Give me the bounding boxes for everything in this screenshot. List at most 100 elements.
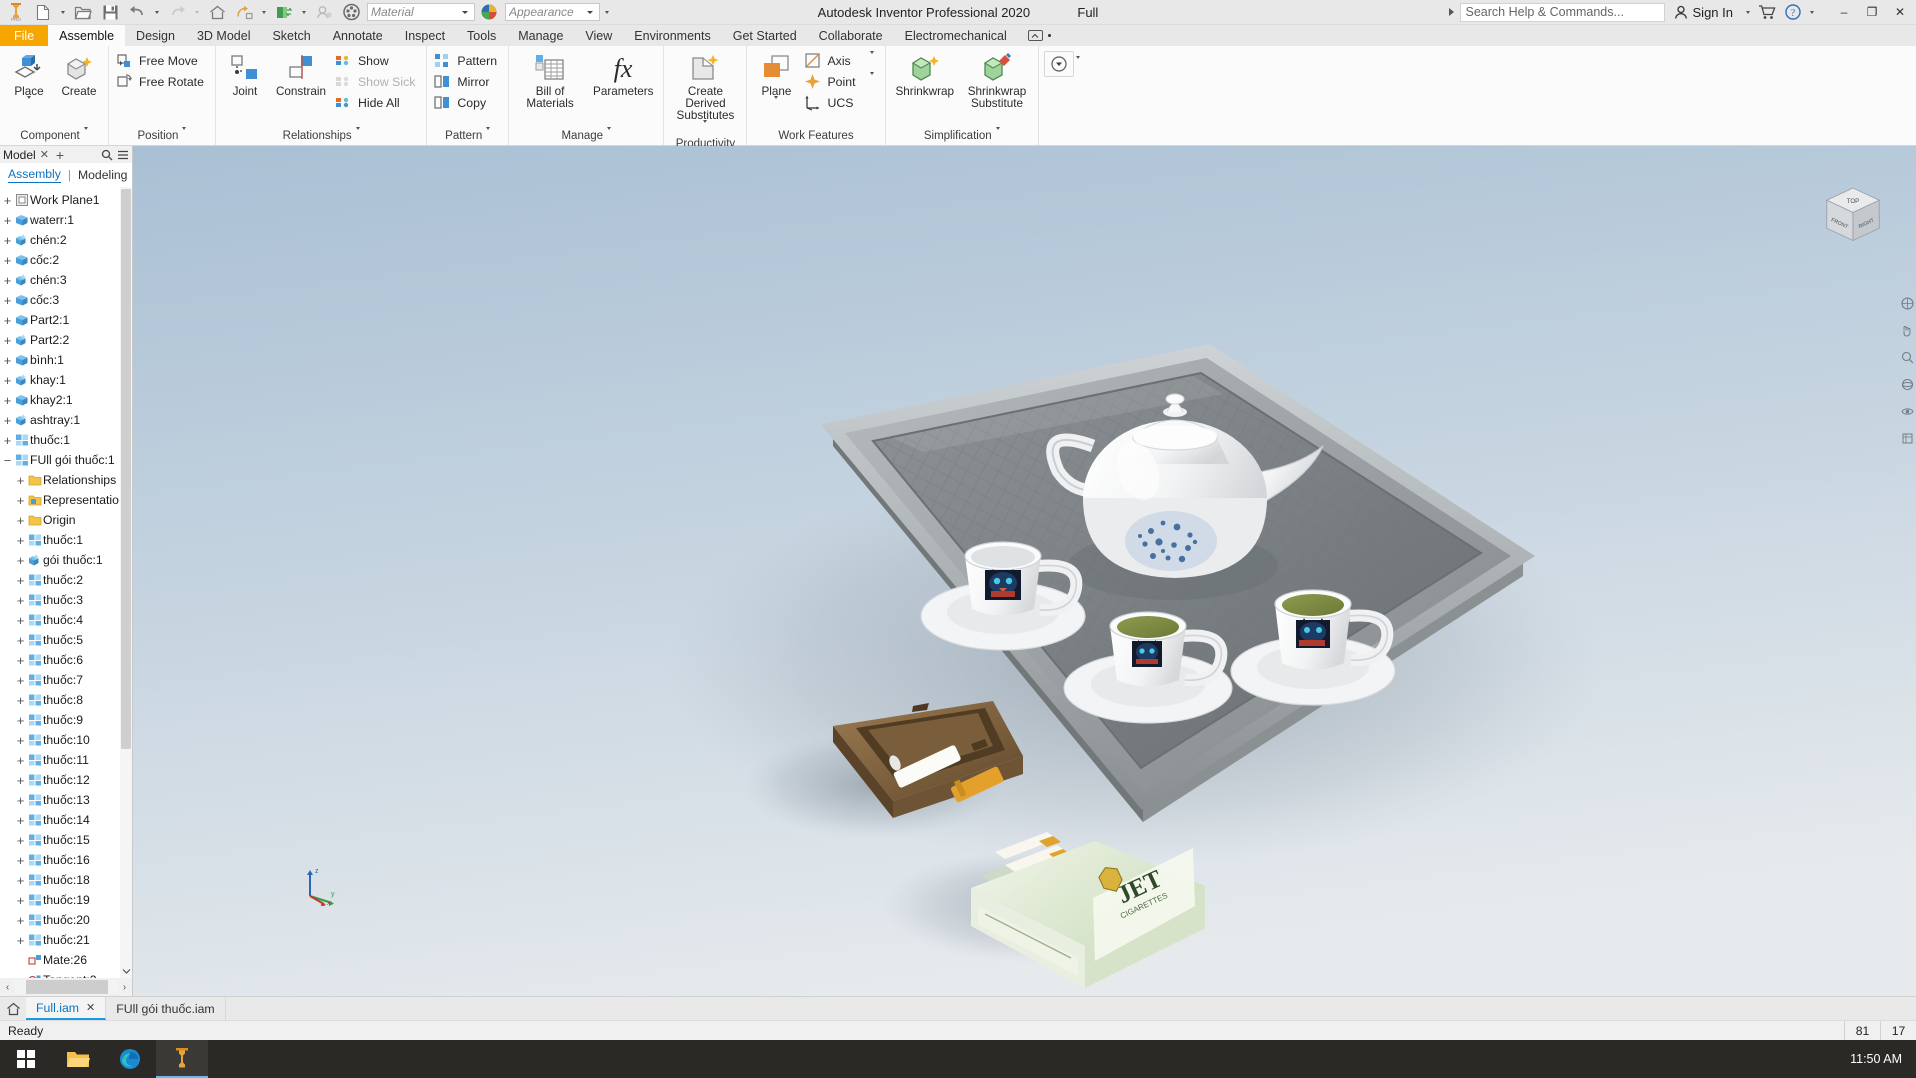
tree-node[interactable]: + Part2:1	[0, 310, 132, 330]
tree-node[interactable]: + Part2:2	[0, 330, 132, 350]
panel-expand-chevron-down-icon[interactable]	[607, 127, 612, 142]
tree-node[interactable]: + thuốc:4	[0, 610, 132, 630]
tree-node[interactable]: + thuốc:5	[0, 630, 132, 650]
tree-expander[interactable]: +	[15, 614, 26, 627]
tree-node[interactable]: + khay:1	[0, 370, 132, 390]
tree-node[interactable]: + thuốc:1	[0, 530, 132, 550]
cart-icon[interactable]	[1754, 0, 1780, 24]
tree-node[interactable]: + thuốc:11	[0, 750, 132, 770]
tree-node[interactable]: + khay2:1	[0, 390, 132, 410]
close-button[interactable]: ✕	[1886, 0, 1914, 25]
new-file-icon[interactable]	[30, 0, 56, 24]
home-tab-icon[interactable]	[0, 997, 26, 1020]
ribbon-tab-get-started[interactable]: Get Started	[722, 25, 808, 46]
tree-expander[interactable]: +	[15, 494, 26, 507]
tree-expander[interactable]: +	[15, 834, 26, 847]
tree-node[interactable]: + thuốc:9	[0, 710, 132, 730]
ribbon-tab-3d-model[interactable]: 3D Model	[186, 25, 262, 46]
ribbon-overflow-chevron-down-icon[interactable]	[1075, 51, 1080, 74]
tree-vertical-scrollbar[interactable]	[120, 187, 132, 978]
ribbon-button-pattern[interactable]: Pattern	[432, 50, 503, 71]
ribbon-tab-environments[interactable]: Environments	[623, 25, 721, 46]
ribbon-button-shrinkwrap-substitute[interactable]: Shrinkwrap Substitute	[961, 49, 1033, 110]
panel-expand-chevron-down-icon[interactable]	[995, 127, 1000, 142]
redo-icon[interactable]	[164, 0, 190, 24]
tree-node[interactable]: + thuốc:13	[0, 790, 132, 810]
chevron-down-icon[interactable]	[27, 96, 31, 114]
panel-expand-chevron-down-icon[interactable]	[486, 127, 491, 142]
ribbon-tab-tools[interactable]: Tools	[456, 25, 507, 46]
material-combo[interactable]: Component Material	[367, 3, 475, 21]
tree-node[interactable]: + Origin	[0, 510, 132, 530]
tree-expander[interactable]: +	[2, 414, 13, 427]
tree-expander[interactable]: +	[2, 294, 13, 307]
tree-node[interactable]: + Work Plane1	[0, 190, 132, 210]
tree-node[interactable]: + chén:3	[0, 270, 132, 290]
panel-expand-chevron-down-icon[interactable]	[83, 127, 88, 142]
sign-in-button[interactable]: Sign In	[1665, 0, 1742, 24]
help-dropdown[interactable]	[1806, 0, 1818, 24]
tree-expander[interactable]: +	[2, 394, 13, 407]
qat-customize-dropdown[interactable]	[601, 0, 613, 24]
ribbon-overflow-button[interactable]	[1043, 51, 1074, 77]
search-expand-icon[interactable]	[1448, 8, 1454, 16]
tree-node[interactable]: + thuốc:15	[0, 830, 132, 850]
update-dropdown[interactable]	[298, 0, 310, 24]
ribbon-tab-annotate[interactable]: Annotate	[322, 25, 394, 46]
chevron-down-icon[interactable]	[862, 50, 874, 68]
ribbon-button-free-move[interactable]: Free Move	[114, 50, 210, 71]
material-combo-chevron-down-icon[interactable]	[459, 10, 471, 14]
search-icon[interactable]	[101, 149, 113, 161]
tree-node[interactable]: + thuốc:6	[0, 650, 132, 670]
hscroll-left-icon[interactable]: ‹	[1, 979, 14, 995]
ribbon-button-copy[interactable]: Copy	[432, 92, 503, 113]
chevron-down-icon[interactable]	[862, 71, 874, 89]
tree-expander[interactable]: +	[15, 674, 26, 687]
ribbon-button-joint[interactable]: Joint	[221, 49, 269, 98]
open-folder-icon[interactable]	[70, 0, 96, 24]
hscroll-right-icon[interactable]: ›	[118, 979, 131, 995]
tree-expander[interactable]: +	[15, 714, 26, 727]
tree-node[interactable]: + thuốc:2	[0, 570, 132, 590]
hscroll-thumb[interactable]	[26, 980, 108, 994]
hamburger-menu-icon[interactable]	[117, 149, 129, 161]
file-explorer-icon[interactable]	[52, 1040, 104, 1078]
document-tab[interactable]: FUll gói thuốc.iam	[106, 997, 226, 1020]
ribbon-button-place[interactable]: Place	[5, 49, 53, 114]
sign-in-dropdown[interactable]	[1742, 0, 1754, 24]
tree-node[interactable]: − FUll gói thuốc:1	[0, 450, 132, 470]
edge-browser-icon[interactable]	[104, 1040, 156, 1078]
tree-node[interactable]: + Representatio	[0, 490, 132, 510]
tree-node[interactable]: + thuốc:8	[0, 690, 132, 710]
windows-start-icon[interactable]	[0, 1040, 52, 1078]
return-icon[interactable]	[231, 0, 257, 24]
tree-node[interactable]: + thuốc:3	[0, 590, 132, 610]
tree-expander[interactable]: +	[2, 314, 13, 327]
tree-expander[interactable]: +	[2, 194, 13, 207]
tree-expander[interactable]: +	[15, 854, 26, 867]
tree-node[interactable]: + thuốc:1	[0, 430, 132, 450]
ribbon-tab-manage[interactable]: Manage	[507, 25, 574, 46]
tree-scrollbar-thumb[interactable]	[121, 189, 131, 749]
tree-node[interactable]: + bình:1	[0, 350, 132, 370]
redo-dropdown[interactable]	[191, 0, 203, 24]
update-icon[interactable]	[271, 0, 297, 24]
tree-node[interactable]: + ashtray:1	[0, 410, 132, 430]
ribbon-button-mirror[interactable]: Mirror	[432, 71, 503, 92]
zoom-icon[interactable]	[1900, 350, 1914, 364]
tree-expander[interactable]: +	[15, 914, 26, 927]
new-file-dropdown[interactable]	[57, 0, 69, 24]
ribbon-options-dot-icon[interactable]	[1047, 34, 1051, 37]
tree-expander[interactable]: +	[15, 634, 26, 647]
tree-node[interactable]: + thuốc:14	[0, 810, 132, 830]
ribbon-collapse-icon[interactable]	[1027, 30, 1043, 41]
ribbon-button-ucs[interactable]: UCS	[802, 92, 879, 113]
tree-node[interactable]: + thuốc:10	[0, 730, 132, 750]
tree-expander[interactable]: +	[2, 214, 13, 227]
undo-icon[interactable]	[124, 0, 150, 24]
help-icon[interactable]: ?	[1780, 0, 1806, 24]
browser-tab-assembly[interactable]: Assembly	[8, 167, 61, 183]
minimize-button[interactable]: –	[1830, 0, 1858, 25]
tree-expander[interactable]: +	[15, 474, 26, 487]
tree-node[interactable]: Tangent:2	[0, 970, 132, 978]
